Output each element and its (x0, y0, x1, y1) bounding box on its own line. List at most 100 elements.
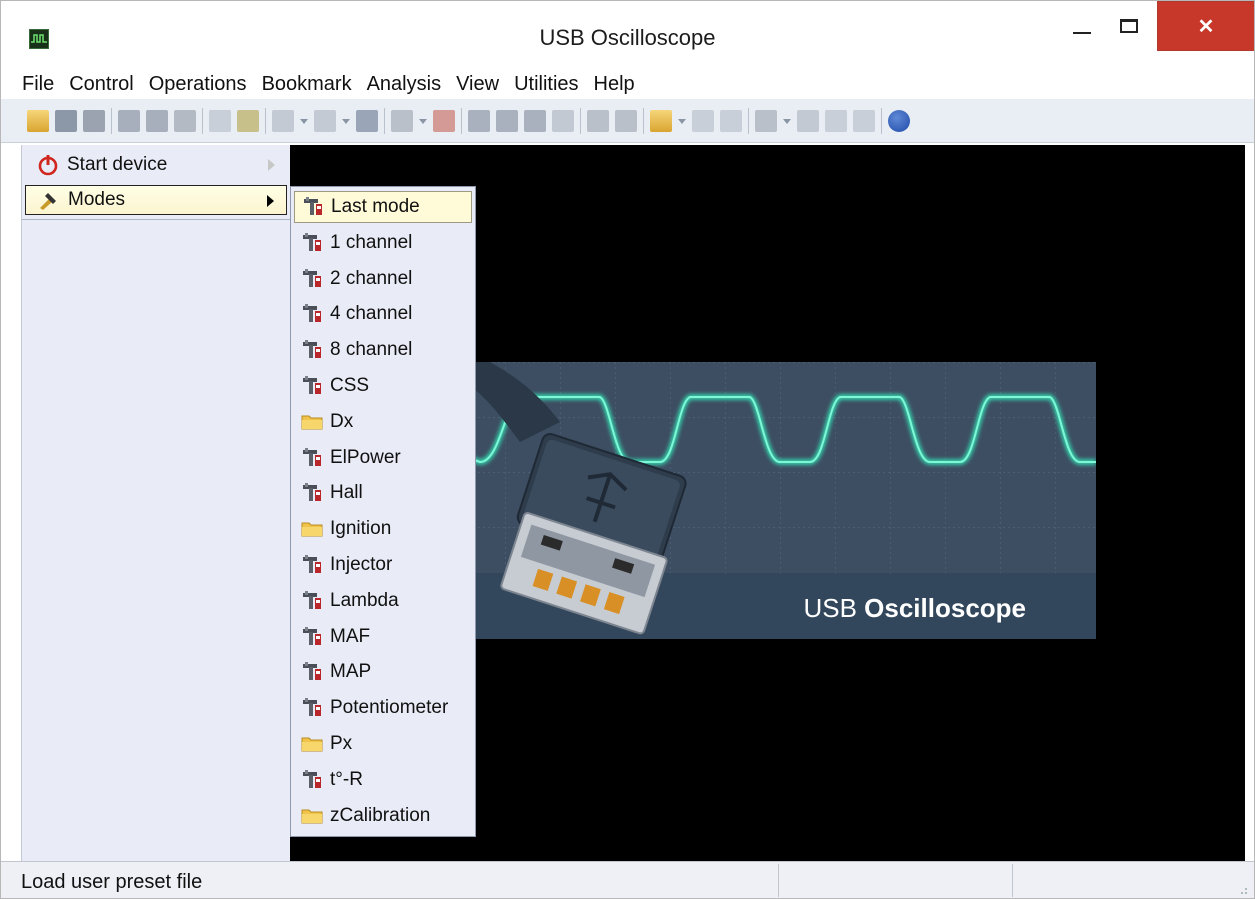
splash-logo-text: USB Oscilloscope (803, 593, 1026, 623)
check-icon[interactable] (468, 109, 490, 132)
save-icon[interactable] (55, 109, 77, 132)
submenu-item-label: Injector (330, 554, 393, 575)
chevron-down-icon[interactable] (783, 110, 791, 132)
status-text: Load user preset file (21, 871, 203, 893)
toolbar-separator (461, 107, 462, 134)
menu-help[interactable]: Help (594, 73, 635, 96)
splash-image: USB Oscilloscope (450, 362, 1096, 639)
delete-icon[interactable] (433, 109, 455, 132)
submenu-item[interactable]: ElPower (294, 442, 472, 474)
probe-icon (300, 268, 324, 290)
sidebar-item-start-device[interactable]: Start device (25, 150, 287, 180)
probe-icon (300, 232, 324, 254)
graph-icon[interactable] (797, 109, 819, 132)
submenu-item-label: Px (330, 733, 353, 754)
toolbar (1, 99, 1254, 143)
submenu-item-label: 1 channel (330, 231, 413, 253)
chart-icon[interactable] (587, 109, 609, 132)
copy-screen-icon[interactable] (118, 109, 140, 132)
math-play-icon[interactable] (692, 109, 714, 132)
probe-icon (300, 626, 324, 648)
submenu-item[interactable]: zCalibration (294, 800, 472, 832)
help-icon[interactable] (888, 109, 910, 132)
submenu-item-label: 4 channel (330, 303, 413, 325)
chart-zoom-icon[interactable] (615, 109, 637, 132)
undo-icon[interactable] (356, 109, 378, 132)
menu-utilities[interactable]: Utilities (514, 73, 578, 96)
submenu-item[interactable]: MAF (294, 621, 472, 653)
toolbar-separator (580, 107, 581, 134)
toolbar-separator (111, 107, 112, 134)
submenu-item-label: zCalibration (330, 804, 431, 826)
close-button[interactable]: ✕ (1157, 1, 1254, 51)
toolbar-separator (643, 107, 644, 134)
submenu-item-label: MAF (330, 625, 371, 647)
submenu-item[interactable]: Lambda (294, 585, 472, 617)
status-divider (778, 864, 779, 897)
toolbar-separator (881, 107, 882, 134)
print-icon[interactable] (83, 109, 105, 132)
chevron-down-icon[interactable] (342, 110, 350, 132)
submenu-item[interactable]: Hall (294, 477, 472, 509)
check-down-icon[interactable] (496, 109, 518, 132)
modes-icon (38, 189, 60, 211)
minimize-button[interactable] (1059, 1, 1105, 51)
signal-alt-icon[interactable] (314, 109, 336, 132)
submenu-item-label: CSS (330, 375, 370, 396)
trigger-icon[interactable] (209, 109, 231, 132)
submenu-item[interactable]: Px (294, 728, 472, 760)
submenu-item[interactable]: MAP (294, 656, 472, 688)
submenu-item[interactable]: 4 channel (294, 298, 472, 330)
menu-analysis[interactable]: Analysis (367, 73, 441, 96)
submenu-item[interactable]: 8 channel (294, 334, 472, 366)
submenu-item[interactable]: Potentiometer (294, 692, 472, 724)
minimize-icon (1073, 32, 1091, 34)
paste-screen-icon[interactable] (146, 109, 168, 132)
folder-icon (300, 733, 324, 755)
submenu-item-label: ElPower (330, 446, 401, 468)
submenu-item[interactable]: Last mode (294, 191, 472, 223)
open-folder-icon[interactable] (27, 109, 49, 132)
chevron-right-icon (268, 159, 275, 171)
submenu-item[interactable]: Dx (294, 406, 472, 438)
modes-submenu: Last mode 1 channel 2 channel 4 channel 8 ch… (290, 186, 476, 837)
chevron-right-icon (267, 195, 274, 207)
tool-icon[interactable] (174, 109, 196, 132)
submenu-item[interactable]: CSS (294, 370, 472, 402)
maximize-button[interactable] (1105, 1, 1153, 51)
submenu-item[interactable]: t°-R (294, 764, 472, 796)
menu-view[interactable]: View (456, 73, 499, 96)
menu-bar: File Control Operations Bookmark Analysi… (1, 69, 1254, 99)
menu-operations[interactable]: Operations (149, 73, 247, 96)
menu-control[interactable]: Control (69, 73, 133, 96)
toolbar-separator (748, 107, 749, 134)
submenu-item[interactable]: 1 channel (294, 227, 472, 259)
close-document-icon[interactable] (853, 109, 875, 132)
probe-icon (301, 196, 325, 218)
menu-file[interactable]: File (22, 73, 54, 96)
probe-icon (300, 661, 324, 683)
chevron-down-icon[interactable] (300, 110, 308, 132)
sidebar-item-modes[interactable]: Modes (25, 185, 287, 215)
submenu-item[interactable]: Injector (294, 549, 472, 581)
submenu-item-label: Hall (330, 482, 363, 504)
math-table-icon[interactable] (755, 109, 777, 132)
math-folder-icon[interactable] (650, 109, 672, 132)
submenu-item-label: Dx (330, 410, 354, 432)
submenu-item[interactable]: 2 channel (294, 263, 472, 295)
list-icon[interactable] (552, 109, 574, 132)
math-stop-icon[interactable] (720, 109, 742, 132)
toolbar-separator (265, 107, 266, 134)
menu-bookmark[interactable]: Bookmark (262, 73, 352, 96)
check-up-icon[interactable] (524, 109, 546, 132)
submenu-item[interactable]: Ignition (294, 513, 472, 545)
chevron-down-icon[interactable] (678, 110, 686, 132)
document-icon[interactable] (825, 109, 847, 132)
app-window: USB Oscilloscope ✕ File Control Operatio… (0, 0, 1255, 899)
resize-grip-icon[interactable] (1238, 885, 1248, 895)
chevron-down-icon[interactable] (419, 110, 427, 132)
signal-icon[interactable] (272, 109, 294, 132)
waveform-icon[interactable] (391, 109, 413, 132)
cursor-icon[interactable] (237, 109, 259, 132)
probe-icon (300, 482, 324, 504)
